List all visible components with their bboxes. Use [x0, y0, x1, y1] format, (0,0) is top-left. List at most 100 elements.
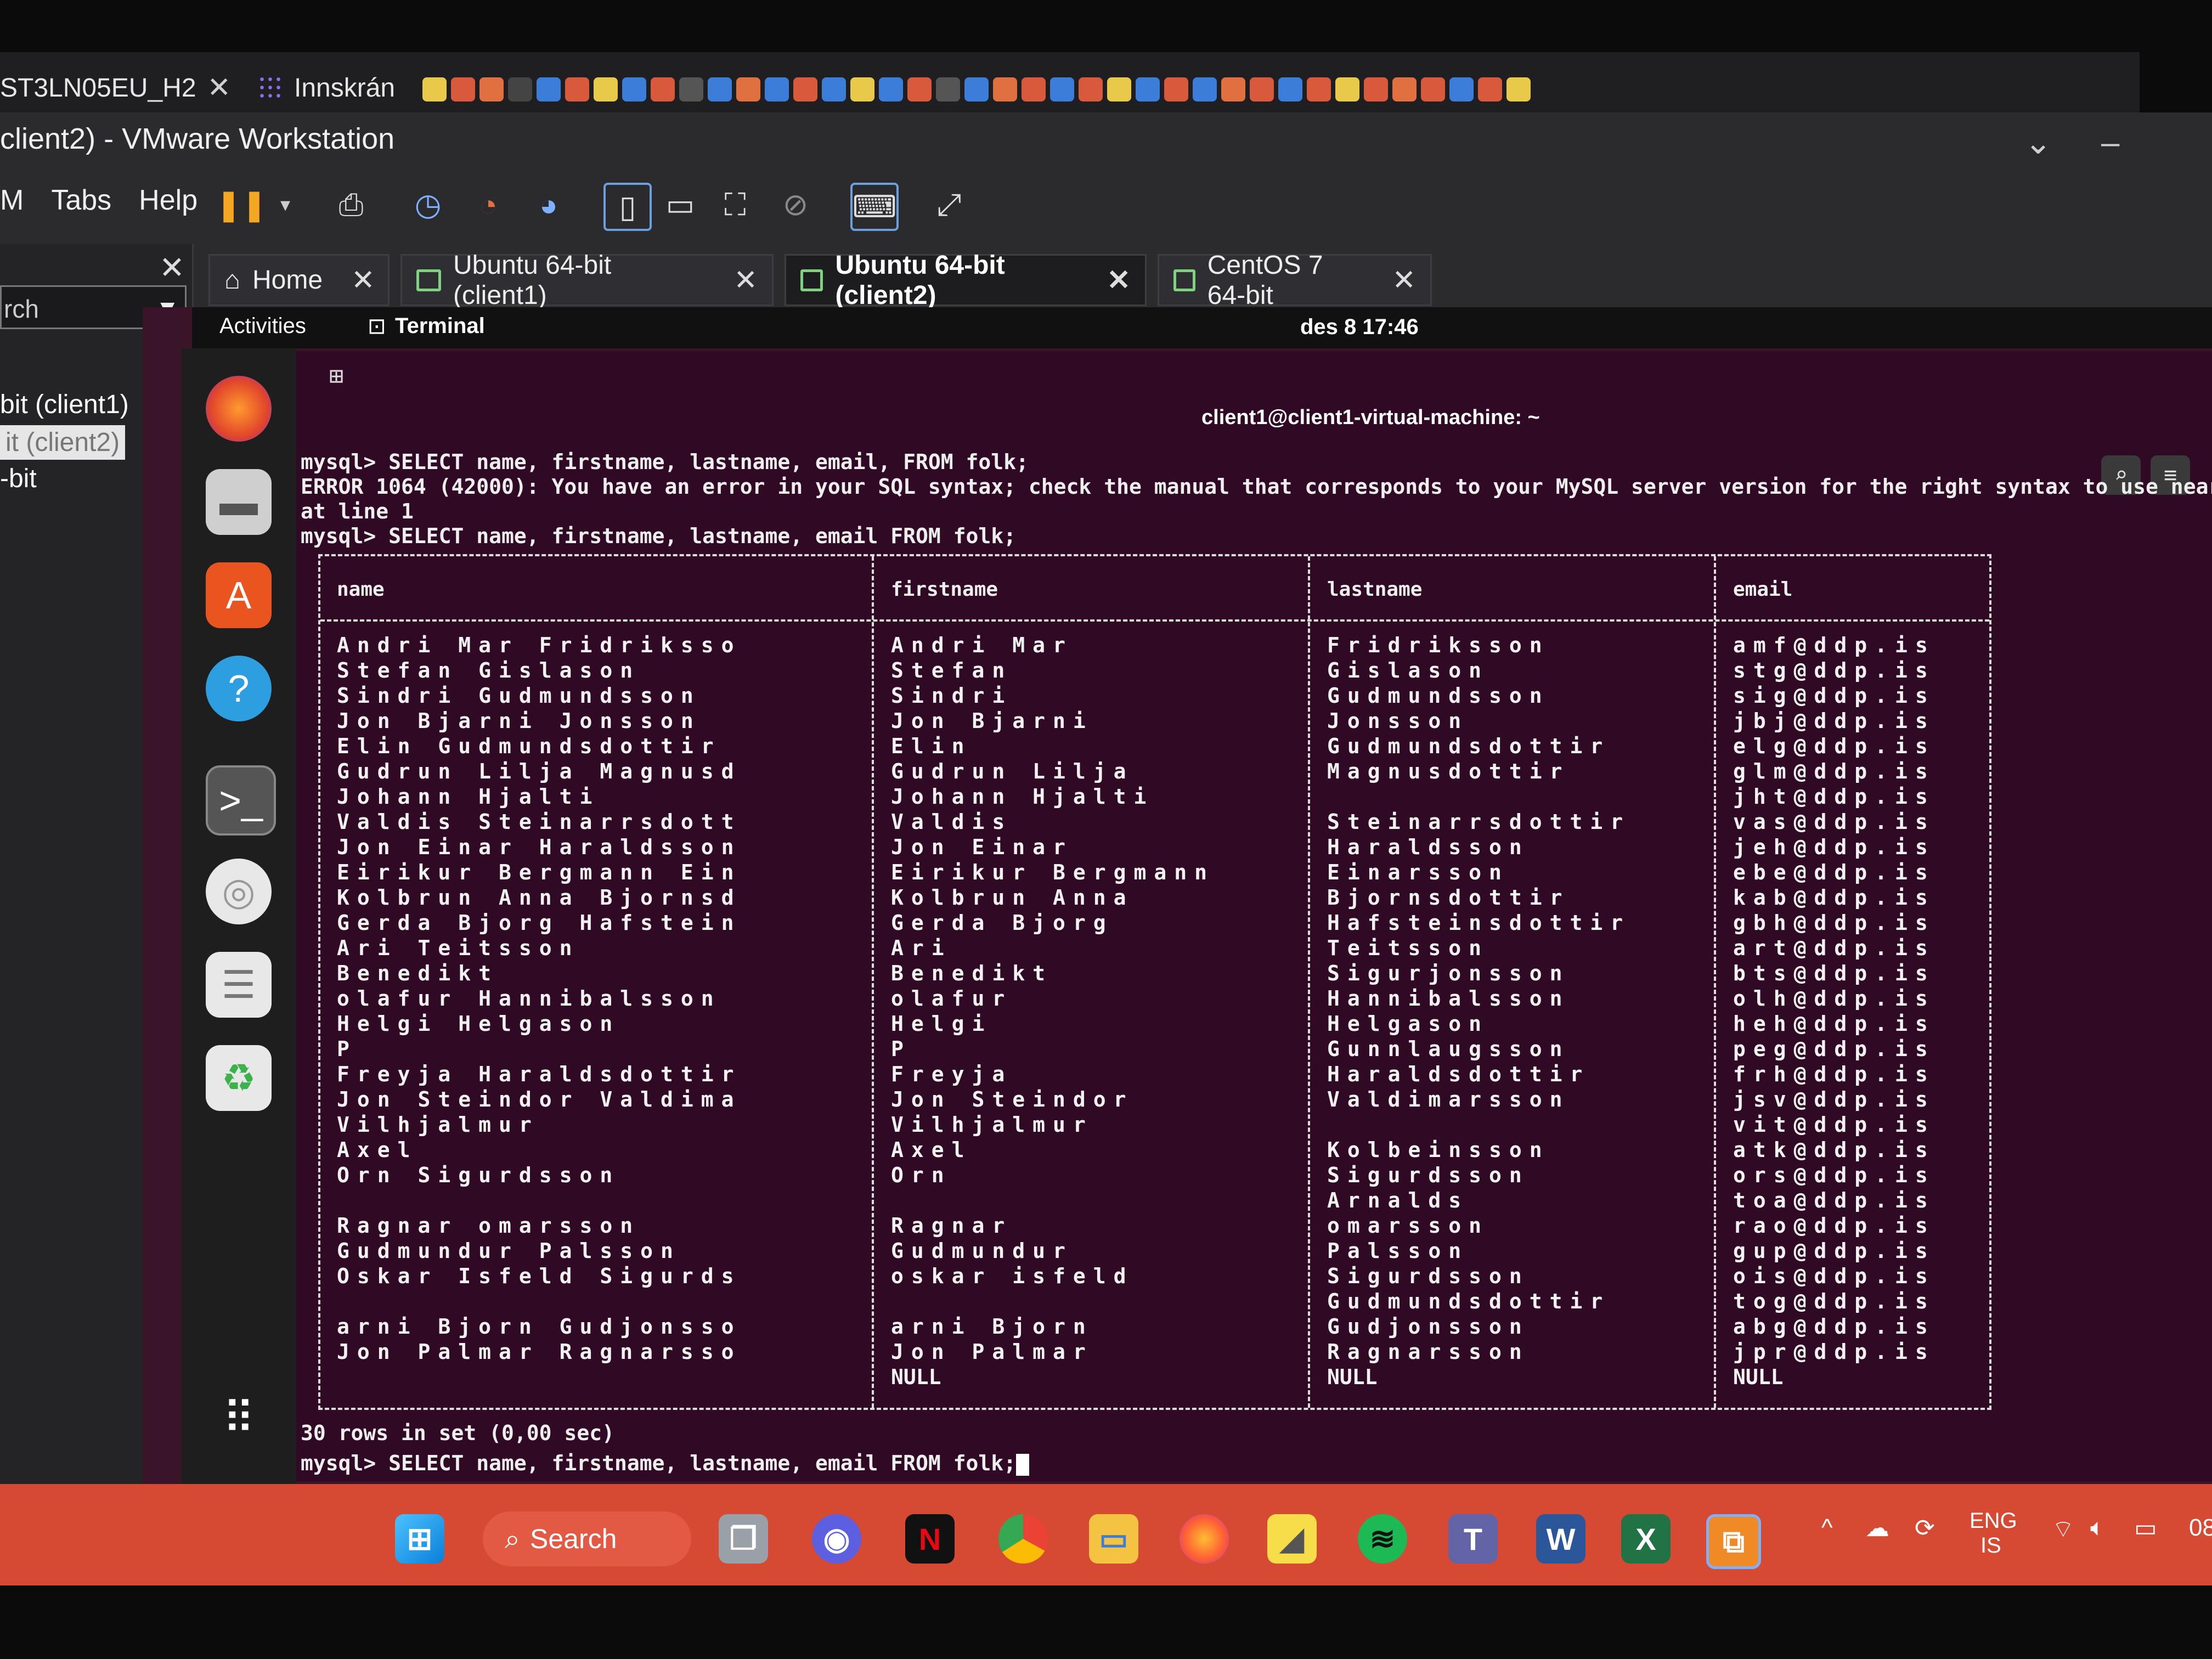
favicon-icon[interactable]	[537, 77, 561, 101]
tab-ubuntu-client2[interactable]: Ubuntu 64-bit (client2) ✕	[785, 251, 1147, 310]
menu-vm[interactable]: M	[0, 184, 24, 217]
chevron-down-icon[interactable]: ⌄	[2024, 123, 2052, 162]
unity-icon[interactable]: ⊘	[774, 183, 817, 227]
favicon-icon[interactable]	[765, 77, 789, 101]
firefox-icon[interactable]	[1180, 1514, 1229, 1564]
chevron-down-icon[interactable]: ▾	[263, 183, 307, 227]
favicon-icon[interactable]	[1278, 77, 1302, 101]
clock[interactable]: des 8 17:46	[1300, 315, 1419, 340]
favicon-icon[interactable]	[679, 77, 703, 101]
windows-start-icon[interactable]: ⊞	[395, 1514, 444, 1564]
favicon-icon[interactable]	[1136, 77, 1160, 101]
show-apps-icon[interactable]: ⠿	[206, 1385, 272, 1451]
favicon-icon[interactable]	[1478, 77, 1502, 101]
file-explorer-icon[interactable]: ▭	[1089, 1514, 1138, 1564]
files-icon[interactable]: ▬	[206, 469, 272, 535]
teams-chat-icon[interactable]: ◉	[812, 1514, 861, 1564]
taskbar-search[interactable]: ⌕ Search	[483, 1511, 691, 1566]
favicon-icon[interactable]	[793, 77, 817, 101]
firefox-icon[interactable]	[206, 376, 272, 442]
snapshot-icon[interactable]: ◷	[406, 183, 450, 227]
pause-icon[interactable]: ❚❚	[216, 183, 267, 227]
favicon-icon[interactable]	[1022, 77, 1046, 101]
favicon-icon[interactable]	[1164, 77, 1188, 101]
favicon-icon[interactable]	[907, 77, 932, 101]
sticky-notes-icon[interactable]: ◢	[1267, 1514, 1317, 1564]
clock-partial[interactable]: 08	[2189, 1514, 2212, 1542]
favicon-icon[interactable]	[1392, 77, 1417, 101]
favicon-icon[interactable]	[879, 77, 903, 101]
favicon-icon[interactable]	[1364, 77, 1388, 101]
host-tab-2[interactable]: Innskrán	[258, 69, 395, 107]
activities-button[interactable]: Activities	[219, 314, 306, 338]
favicon-icon[interactable]	[1193, 77, 1217, 101]
favicon-icon[interactable]	[964, 77, 989, 101]
library-item-client2[interactable]: it (client2)	[0, 425, 126, 460]
terminal-icon[interactable]: >_	[206, 765, 276, 836]
favicon-icon[interactable]	[1221, 77, 1245, 101]
sync-icon[interactable]: ⟳	[1915, 1514, 1935, 1542]
sidebar-toggle-icon[interactable]: ▯	[603, 183, 652, 231]
favicon-icon[interactable]	[1107, 77, 1131, 101]
library-item-centos[interactable]: -bit	[0, 464, 37, 494]
snapshot-manager-icon[interactable]: ◕	[527, 183, 571, 227]
favicon-icon[interactable]	[736, 77, 760, 101]
favicon-icon[interactable]	[422, 77, 447, 101]
favicon-icon[interactable]	[479, 77, 504, 101]
menu-tabs[interactable]: Tabs	[51, 184, 111, 217]
tab-ubuntu-client1[interactable]: Ubuntu 64-bit (client1) ✕	[400, 251, 774, 310]
new-tab-icon[interactable]: ⊞	[329, 362, 344, 390]
tab-home[interactable]: ⌂ Home ✕	[208, 254, 390, 306]
thumbnail-bar-icon[interactable]: ▭	[658, 183, 702, 227]
favicon-icon[interactable]	[1050, 77, 1074, 101]
favicon-icon[interactable]	[651, 77, 675, 101]
close-icon[interactable]: ✕	[159, 250, 185, 286]
onedrive-icon[interactable]: ☁	[1865, 1514, 1889, 1542]
favicon-icon[interactable]	[1250, 77, 1274, 101]
trash-icon[interactable]: ♻	[206, 1045, 272, 1111]
favicon-icon[interactable]	[1449, 77, 1474, 101]
send-keys-icon[interactable]: ⎙	[329, 183, 373, 227]
volume-icon[interactable]: 🔈︎	[2090, 1514, 2104, 1542]
task-view-icon[interactable]: ❐	[719, 1514, 768, 1564]
favicon-icon[interactable]	[1335, 77, 1359, 101]
active-app-label[interactable]: Terminal	[395, 314, 485, 338]
command-prompt[interactable]: mysql> SELECT name, firstname, lastname,…	[301, 1451, 1030, 1476]
minimize-icon[interactable]: –	[2101, 123, 2119, 161]
battery-icon[interactable]: ▭	[2134, 1514, 2157, 1542]
library-item-client1[interactable]: bit (client1)	[0, 390, 129, 420]
vmware-icon[interactable]: ⧉	[1706, 1514, 1761, 1569]
console-view-icon[interactable]: ⌨	[850, 183, 899, 231]
excel-icon[interactable]: X	[1621, 1514, 1671, 1564]
disc-icon[interactable]: ◎	[206, 859, 272, 924]
netflix-icon[interactable]: N	[905, 1514, 955, 1564]
host-tab-1[interactable]: ST3LN05EU_H2 ✕	[0, 69, 231, 107]
close-icon[interactable]: ✕	[1107, 264, 1131, 297]
favicon-icon[interactable]	[1421, 77, 1445, 101]
language-indicator[interactable]: ENG IS	[1970, 1509, 2017, 1558]
floppy-icon[interactable]: ☰	[206, 952, 272, 1018]
help-icon[interactable]: ?	[206, 656, 272, 721]
chrome-icon[interactable]	[998, 1514, 1048, 1564]
favicon-icon[interactable]	[822, 77, 846, 101]
favicon-icon[interactable]	[594, 77, 618, 101]
favicon-icon[interactable]	[1506, 77, 1531, 101]
close-icon[interactable]: ✕	[207, 71, 232, 104]
favicon-icon[interactable]	[850, 77, 874, 101]
close-icon[interactable]: ✕	[733, 264, 758, 297]
wifi-icon[interactable]: ⌔	[2052, 1514, 2074, 1544]
terminal-window[interactable]: ⊞ client1@client1-virtual-machine: ~ ⌕ ≡…	[296, 351, 2212, 1481]
menu-help[interactable]: Help	[139, 184, 198, 217]
favicon-icon[interactable]	[565, 77, 589, 101]
favicon-icon[interactable]	[936, 77, 960, 101]
fullscreen-icon[interactable]: ⛶	[713, 183, 757, 227]
favicon-icon[interactable]	[708, 77, 732, 101]
close-icon[interactable]: ✕	[1392, 264, 1416, 297]
word-icon[interactable]: W	[1536, 1514, 1585, 1564]
favicon-icon[interactable]	[622, 77, 646, 101]
revert-snapshot-icon[interactable]: ◔	[466, 183, 510, 227]
favicon-icon[interactable]	[508, 77, 532, 101]
stretch-icon[interactable]: ⤢	[927, 183, 971, 227]
close-icon[interactable]: ✕	[351, 264, 375, 297]
app-center-icon[interactable]: A	[206, 562, 272, 628]
